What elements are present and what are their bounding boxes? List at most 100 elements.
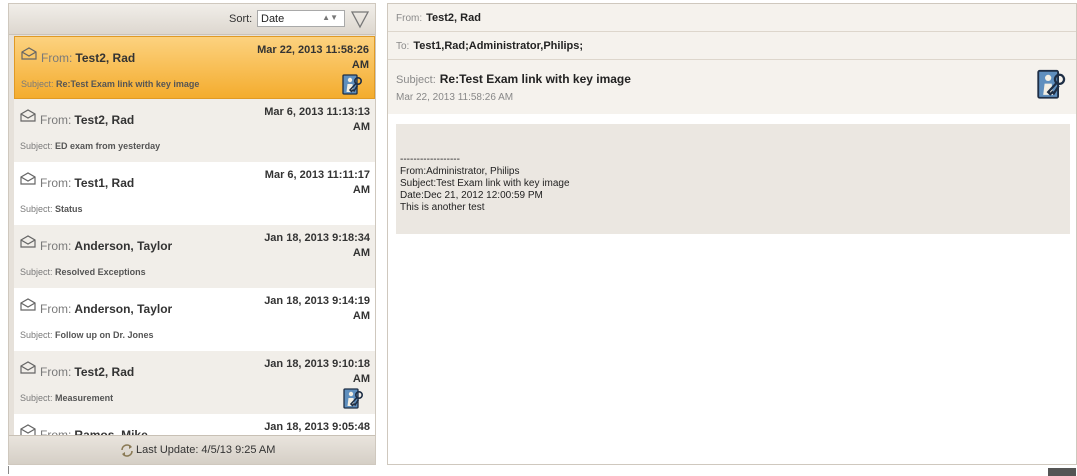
key-image-icon[interactable] (340, 73, 364, 97)
envelope-icon (20, 172, 36, 185)
message-from-name: Test1, Rad (74, 176, 135, 190)
key-image-icon[interactable] (341, 387, 365, 411)
message-date: Mar 6, 2013 11:11:17 AM (240, 168, 370, 198)
message-from-name: Test2, Rad (75, 51, 136, 65)
message-date-line1: Jan 18, 2013 9:10:18 (264, 358, 370, 370)
sort-label: Sort: (229, 13, 253, 25)
message-date-line1: Mar 6, 2013 11:11:17 (264, 169, 370, 181)
message-subject-text: Resolved Exceptions (55, 267, 146, 277)
list-footer: Last Update: 4/5/13 9:25 AM (9, 435, 375, 464)
detail-to: To: Test1,Rad;Administrator,Philips; (396, 40, 583, 52)
message-date-line2: AM (351, 59, 369, 71)
envelope-icon (20, 109, 36, 122)
message-subject-label: Subject: (20, 393, 53, 403)
message-date-line2: AM (352, 247, 370, 259)
detail-date: Mar 22, 2013 11:58:26 AM (396, 92, 514, 103)
message-subject: Subject: Follow up on Dr. Jones (20, 330, 154, 340)
message-from-label: From: (40, 302, 72, 316)
message-date-line1: Jan 18, 2013 9:18:34 (264, 232, 370, 244)
message-date-line1: Mar 6, 2013 11:13:13 (264, 106, 370, 118)
message-date: Jan 18, 2013 9:10:18 AM (240, 357, 370, 387)
detail-subject-value: Re:Test Exam link with key image (439, 72, 631, 86)
message-subject-label: Subject: (20, 204, 53, 214)
message-body-box: ------------------ From:Administrator, P… (396, 124, 1070, 234)
envelope-icon (20, 235, 36, 248)
detail-to-row: To: Test1,Rad;Administrator,Philips; (388, 32, 1076, 60)
last-update-text: Last Update: 4/5/13 9:25 AM (136, 444, 276, 456)
envelope-icon (21, 47, 37, 60)
message-subject: Subject: Re:Test Exam link with key imag… (21, 79, 199, 89)
message-list-item[interactable]: From: Anderson, Taylor Jan 18, 2013 9:14:… (14, 288, 375, 351)
message-from: From: Test1, Rad (40, 176, 134, 190)
message-date-line1: Jan 18, 2013 9:14:19 (264, 295, 370, 307)
detail-from: From: Test2, Rad (396, 12, 481, 24)
message-date: Jan 18, 2013 9:18:34 AM (240, 231, 370, 261)
message-subject-text: Status (55, 204, 83, 214)
sort-select-value: Date (261, 13, 285, 25)
detail-to-value: Test1,Rad;Administrator,Philips; (413, 40, 584, 52)
key-image-icon[interactable] (1034, 68, 1068, 102)
message-subject: Subject: ED exam from yesterday (20, 141, 160, 151)
detail-subject-row: Subject: Re:Test Exam link with key image… (388, 60, 1076, 112)
message-subject-text: ED exam from yesterday (55, 141, 161, 151)
detail-to-label: To: (396, 41, 410, 52)
message-date-line1: Mar 22, 2013 11:58:26 (257, 44, 369, 56)
sort-select[interactable]: Date ▲▼ (257, 10, 345, 27)
message-list-item[interactable]: From: Test1, Rad Mar 6, 2013 11:11:17 AM Su… (14, 162, 375, 225)
resize-handle[interactable] (1048, 468, 1076, 476)
message-date: Jan 18, 2013 9:14:19 AM (240, 294, 370, 324)
refresh-icon[interactable] (119, 442, 135, 458)
message-subject-label: Subject: (20, 330, 53, 340)
messaging-app: Sort: Date ▲▼ From: Test2, Rad Mar 22, 20… (0, 0, 1077, 476)
message-date-line2: AM (352, 121, 370, 133)
message-date-line1: Jan 18, 2013 9:05:48 (264, 421, 370, 433)
message-from-label: From: (41, 51, 73, 65)
detail-from-row: From: Test2, Rad (388, 4, 1076, 32)
detail-subject-label: Subject: (396, 74, 436, 86)
message-date-line2: AM (352, 310, 370, 322)
envelope-icon (20, 298, 36, 311)
message-body-area: ------------------ From:Administrator, P… (388, 114, 1076, 464)
message-from: From: Test2, Rad (41, 51, 135, 65)
message-subject-text: Re:Test Exam link with key image (56, 79, 200, 89)
message-from-label: From: (40, 176, 72, 190)
message-list-item[interactable]: From: Test2, Rad Mar 6, 2013 11:13:13 AM Su… (14, 99, 375, 162)
message-from-label: From: (40, 113, 72, 127)
message-list-item[interactable]: From: Anderson, Taylor Jan 18, 2013 9:18:… (14, 225, 375, 288)
message-from-name: Test2, Rad (74, 365, 135, 379)
message-subject-label: Subject: (20, 267, 53, 277)
envelope-icon (20, 361, 36, 374)
message-list-item[interactable]: From: Test2, Rad Mar 22, 2013 11:58:26 AM S… (14, 36, 375, 99)
message-from: From: Anderson, Taylor (40, 239, 172, 253)
divider (8, 466, 9, 474)
detail-from-value: Test2, Rad (426, 12, 481, 24)
message-list: From: Test2, Rad Mar 22, 2013 11:58:26 AM S… (14, 36, 375, 438)
message-body-text: ------------------ From:Administrator, P… (400, 154, 570, 213)
detail-subject: Subject: Re:Test Exam link with key image (396, 72, 631, 86)
message-subject: Subject: Status (20, 204, 83, 214)
sort-direction-icon[interactable] (349, 8, 371, 30)
select-arrows-icon: ▲▼ (322, 13, 338, 22)
detail-from-label: From: (396, 13, 423, 24)
message-from-label: From: (40, 365, 72, 379)
message-from-name: Anderson, Taylor (74, 302, 173, 316)
message-date-line2: AM (352, 184, 370, 196)
sort-toolbar: Sort: Date ▲▼ (9, 4, 375, 35)
message-from-name: Anderson, Taylor (74, 239, 173, 253)
message-subject-label: Subject: (21, 79, 54, 89)
message-subject-text: Follow up on Dr. Jones (55, 330, 154, 340)
message-date: Mar 6, 2013 11:13:13 AM (240, 105, 370, 135)
message-list-item[interactable]: From: Test2, Rad Jan 18, 2013 9:10:18 AM Su… (14, 351, 375, 414)
message-subject: Subject: Measurement (20, 393, 113, 403)
message-date: Mar 22, 2013 11:58:26 AM (239, 43, 369, 73)
message-from: From: Anderson, Taylor (40, 302, 172, 316)
message-from: From: Test2, Rad (40, 365, 134, 379)
message-list-pane: Sort: Date ▲▼ From: Test2, Rad Mar 22, 20… (8, 3, 376, 465)
message-date-line2: AM (352, 373, 370, 385)
message-detail-pane: From: Test2, Rad To: Test1,Rad;Administrat… (387, 3, 1077, 465)
message-from-name: Test2, Rad (74, 113, 135, 127)
message-subject-label: Subject: (20, 141, 53, 151)
message-subject: Subject: Resolved Exceptions (20, 267, 146, 277)
message-from: From: Test2, Rad (40, 113, 134, 127)
message-from-label: From: (40, 239, 72, 253)
